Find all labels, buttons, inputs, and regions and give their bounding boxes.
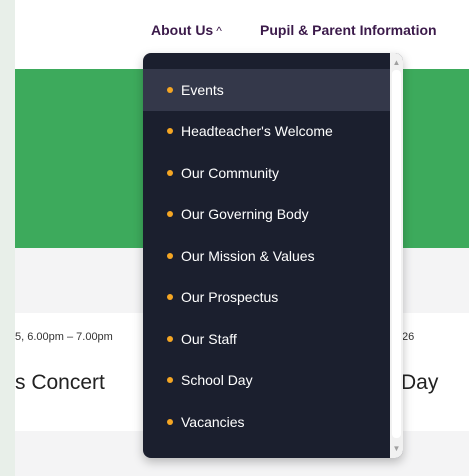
- event-date-left: 5, 6.00pm – 7.00pm: [15, 331, 113, 343]
- nav-about-us-label: About Us: [151, 22, 214, 38]
- bullet-icon: [167, 211, 173, 218]
- menu-item-our-mission-values[interactable]: Our Mission & Values: [143, 235, 390, 277]
- about-us-dropdown-menu: Events Headteacher's Welcome Our Communi…: [143, 53, 403, 458]
- bullet-icon: [167, 418, 173, 425]
- menu-item-our-governing-body[interactable]: Our Governing Body: [143, 194, 390, 236]
- event-title-right[interactable]: Day: [401, 371, 438, 395]
- bullet-icon: [167, 86, 173, 93]
- menu-item-headteachers-welcome[interactable]: Headteacher's Welcome: [143, 111, 390, 153]
- menu-item-label: Vacancies: [181, 413, 245, 430]
- event-title-left[interactable]: s Concert: [15, 371, 105, 395]
- menu-item-our-community[interactable]: Our Community: [143, 152, 390, 194]
- chevron-up-icon: ^: [216, 24, 222, 38]
- menu-item-our-prospectus[interactable]: Our Prospectus: [143, 277, 390, 319]
- menu-item-label: Our Prospectus: [181, 289, 279, 306]
- menu-item-label: Our Community: [181, 164, 280, 181]
- bullet-icon: [167, 169, 173, 176]
- nav-pupil-parent-information[interactable]: Pupil & Parent Information: [260, 22, 437, 38]
- menu-item-school-day[interactable]: School Day: [143, 360, 390, 402]
- dropdown-list: Events Headteacher's Welcome Our Communi…: [143, 69, 390, 443]
- menu-item-label: Our Mission & Values: [181, 247, 315, 264]
- menu-item-label: Events: [181, 81, 224, 98]
- menu-item-label: Our Governing Body: [181, 206, 309, 223]
- menu-item-label: School Day: [181, 372, 253, 389]
- bullet-icon: [167, 335, 173, 342]
- scroll-down-arrow-icon[interactable]: ▼: [390, 442, 403, 456]
- menu-item-events[interactable]: Events: [143, 69, 390, 111]
- menu-item-vacancies[interactable]: Vacancies: [143, 401, 390, 443]
- bullet-icon: [167, 128, 173, 135]
- dropdown-scrollbar[interactable]: ▲ ▼: [390, 53, 403, 458]
- menu-item-label: Our Staff: [181, 330, 237, 347]
- bullet-icon: [167, 252, 173, 259]
- menu-item-label: Headteacher's Welcome: [181, 123, 333, 140]
- menu-item-our-staff[interactable]: Our Staff: [143, 318, 390, 360]
- nav-about-us[interactable]: About Us ^: [151, 22, 222, 38]
- scroll-up-arrow-icon[interactable]: ▲: [390, 56, 403, 70]
- scrollbar-thumb[interactable]: [392, 70, 401, 438]
- bullet-icon: [167, 377, 173, 384]
- bullet-icon: [167, 294, 173, 301]
- event-date-right: 26: [402, 331, 415, 343]
